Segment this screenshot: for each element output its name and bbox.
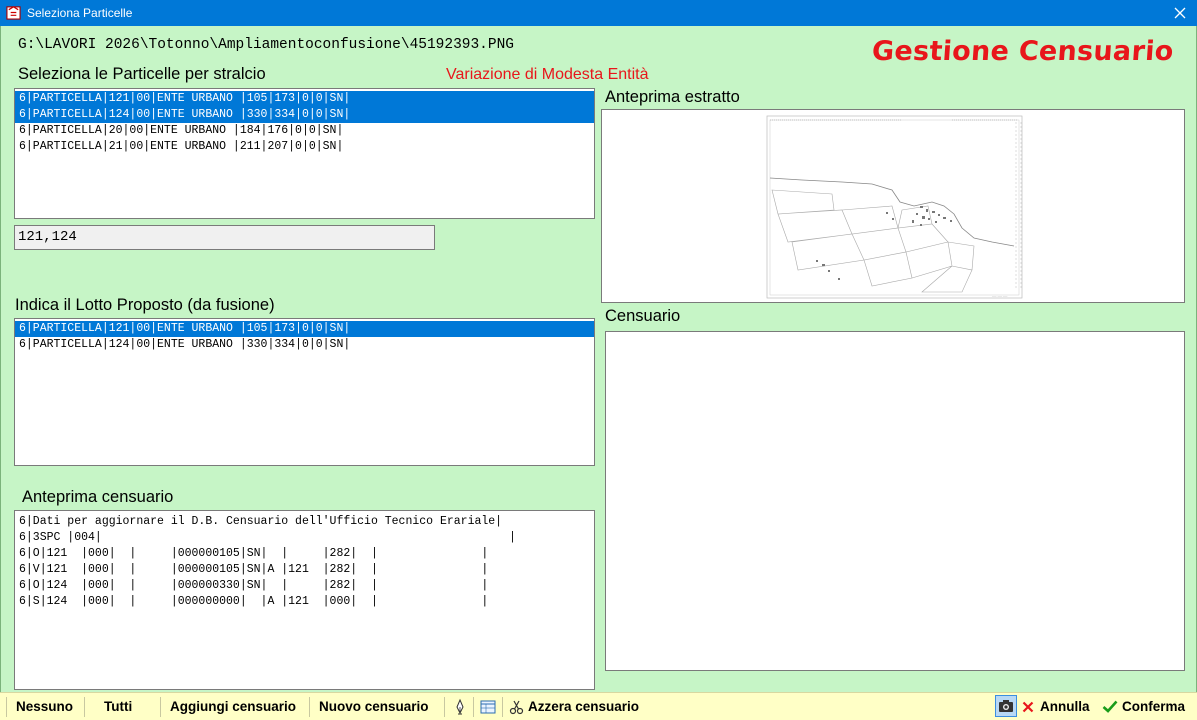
particelle-listbox[interactable]: 6|PARTICELLA|121|00|ENTE URBANO |105|173… (14, 88, 595, 219)
conferma-button[interactable]: Conferma (1122, 699, 1185, 714)
preview-line: 6|S|124 |000| | |000000000| |A |121 |000… (19, 595, 489, 608)
azzera-censuario-button[interactable]: Azzera censuario (528, 699, 639, 714)
title-bar: Seleziona Particelle (0, 0, 1197, 26)
file-path: G:\LAVORI 2026\Totonno\Ampliamentoconfus… (18, 37, 514, 53)
anteprima-estratto-label: Anteprima estratto (605, 88, 740, 106)
nessuno-button[interactable]: Nessuno (16, 699, 73, 714)
list-item[interactable]: 6|PARTICELLA|121|00|ENTE URBANO |105|173… (15, 91, 594, 107)
app-icon (6, 6, 21, 20)
selected-particelle-field[interactable]: 121,124 (14, 225, 435, 250)
conferma-check-icon[interactable] (1102, 700, 1118, 713)
tutti-button[interactable]: Tutti (104, 699, 132, 714)
censuario-label: Censuario (605, 307, 681, 325)
censuario-panel[interactable] (605, 331, 1185, 671)
bottom-toolbar: Nessuno Tutti Aggiungi censuario Nuovo c… (0, 692, 1197, 720)
table-icon[interactable] (479, 698, 497, 716)
lotto-listbox[interactable]: 6|PARTICELLA|121|00|ENTE URBANO |105|173… (14, 318, 595, 466)
variation-label: Variazione di Modesta Entità (446, 66, 649, 83)
list-item[interactable]: 6|PARTICELLA|121|00|ENTE URBANO |105|173… (15, 321, 594, 337)
nuovo-censuario-button[interactable]: Nuovo censuario (319, 699, 429, 714)
preview-line: 6|3SPC |004| | (19, 531, 516, 544)
list-item[interactable]: 6|PARTICELLA|124|00|ENTE URBANO |330|334… (15, 337, 594, 353)
camera-button[interactable] (995, 695, 1017, 717)
map-thumbnail: ___ ___ ___ (766, 115, 1023, 299)
toolbar-separator (473, 697, 474, 717)
toolbar-separator (6, 697, 7, 717)
toolbar-separator (444, 697, 445, 717)
list-item[interactable]: 6|PARTICELLA|124|00|ENTE URBANO |330|334… (15, 107, 594, 123)
svg-text:___ ___ ___: ___ ___ ___ (991, 293, 1008, 297)
preview-line: 6|O|124 |000| | |000000330|SN| | |282| |… (19, 579, 489, 592)
toolbar-separator (160, 697, 161, 717)
window-title: Seleziona Particelle (27, 6, 133, 20)
aggiungi-censuario-button[interactable]: Aggiungi censuario (170, 699, 296, 714)
camera-icon (999, 700, 1013, 712)
selection-label: Seleziona le Particelle per stralcio (18, 65, 266, 83)
scissors-icon[interactable] (508, 698, 526, 716)
toolbar-separator (309, 697, 310, 717)
list-item[interactable]: 6|PARTICELLA|20|00|ENTE URBANO |184|176|… (15, 123, 594, 139)
list-item[interactable]: 6|PARTICELLA|21|00|ENTE URBANO |211|207|… (15, 139, 594, 155)
anteprima-censuario-label: Anteprima censuario (22, 488, 174, 506)
annulla-x-icon[interactable] (1022, 701, 1034, 713)
brand-title: Gestione Censuario (871, 36, 1176, 67)
preview-line: 6|Dati per aggiornare il D.B. Censuario … (19, 515, 503, 528)
toolbar-separator (84, 697, 85, 717)
close-icon (1174, 7, 1186, 19)
lotto-label: Indica il Lotto Proposto (da fusione) (15, 296, 275, 314)
preview-line: 6|V|121 |000| | |000000105|SN|A |121 |28… (19, 563, 489, 576)
preview-line: 6|O|121 |000| | |000000105|SN| | |282| |… (19, 547, 489, 560)
estratto-preview-panel: ___ ___ ___ (601, 109, 1185, 303)
main-area: G:\LAVORI 2026\Totonno\Ampliamentoconfus… (0, 26, 1197, 692)
annulla-button[interactable]: Annulla (1040, 699, 1090, 714)
close-button[interactable] (1163, 0, 1197, 26)
pen-icon[interactable] (451, 698, 469, 716)
anteprima-censuario-text[interactable]: 6|Dati per aggiornare il D.B. Censuario … (14, 510, 595, 690)
toolbar-separator (502, 697, 503, 717)
